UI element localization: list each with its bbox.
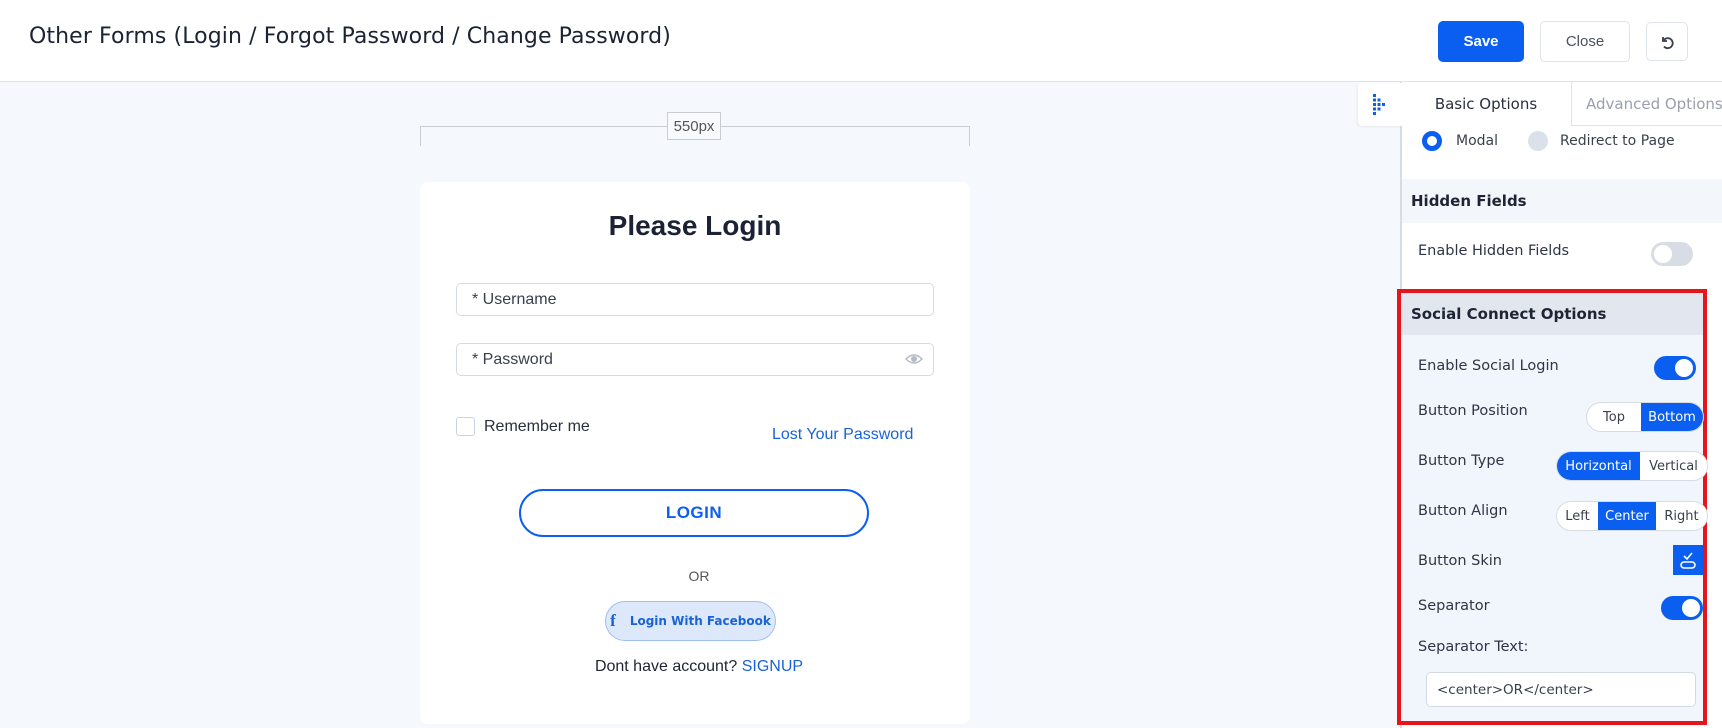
button-align-left[interactable]: Left bbox=[1557, 502, 1598, 530]
toggle-knob bbox=[1675, 359, 1693, 377]
collapse-arrow-icon bbox=[1373, 93, 1385, 115]
button-skin-label: Button Skin bbox=[1418, 553, 1502, 569]
remember-me[interactable]: Remember me bbox=[456, 417, 590, 436]
remember-label: Remember me bbox=[484, 417, 590, 435]
save-button[interactable]: Save bbox=[1438, 21, 1524, 62]
hidden-fields-heading: Hidden Fields bbox=[1402, 179, 1722, 223]
button-position-segmented: Top Bottom bbox=[1586, 402, 1704, 432]
button-position-bottom[interactable]: Bottom bbox=[1641, 403, 1703, 431]
separator-text: OR bbox=[688, 568, 710, 584]
button-align-center[interactable]: Center bbox=[1598, 502, 1656, 530]
button-align-label: Button Align bbox=[1418, 503, 1508, 519]
username-input[interactable]: * Username bbox=[456, 283, 934, 316]
facebook-login-label: Login With Facebook bbox=[629, 614, 771, 628]
button-align-right[interactable]: Right bbox=[1656, 502, 1707, 530]
button-position-top[interactable]: Top bbox=[1587, 403, 1641, 431]
radio-redirect[interactable] bbox=[1528, 131, 1548, 151]
display-mode-radio-group: Modal Redirect to Page bbox=[1422, 131, 1675, 151]
separator-text-label: Separator Text: bbox=[1418, 639, 1529, 655]
reset-button[interactable] bbox=[1646, 22, 1688, 61]
tab-advanced-options[interactable]: Advanced Options bbox=[1571, 82, 1722, 126]
social-connect-options-panel: Social Connect Options Enable Social Log… bbox=[1397, 289, 1708, 725]
button-type-horizontal[interactable]: Horizontal bbox=[1557, 452, 1640, 480]
radio-redirect-label: Redirect to Page bbox=[1560, 133, 1675, 149]
top-bar: Other Forms (Login / Forgot Password / C… bbox=[0, 0, 1722, 82]
username-placeholder: * Username bbox=[472, 290, 557, 308]
radio-modal-label: Modal bbox=[1456, 133, 1498, 149]
radio-modal[interactable] bbox=[1422, 131, 1442, 151]
width-ruler-label: 550px bbox=[667, 112, 721, 140]
separator-text-input[interactable]: <center>OR</center> bbox=[1426, 672, 1696, 707]
login-form-preview: Please Login * Username * Password Remem… bbox=[420, 182, 970, 724]
close-button[interactable]: Close bbox=[1540, 21, 1630, 62]
enable-social-login-toggle[interactable] bbox=[1654, 356, 1696, 380]
enable-hidden-fields-label: Enable Hidden Fields bbox=[1418, 243, 1570, 259]
social-connect-heading: Social Connect Options bbox=[1401, 293, 1703, 335]
signup-link[interactable]: SIGNUP bbox=[742, 658, 803, 675]
toggle-knob bbox=[1654, 245, 1672, 263]
signup-prompt: Dont have account? bbox=[594, 658, 738, 675]
button-type-vertical[interactable]: Vertical bbox=[1640, 452, 1707, 480]
button-position-label: Button Position bbox=[1418, 403, 1528, 419]
button-type-segmented: Horizontal Vertical bbox=[1556, 451, 1708, 481]
enable-hidden-fields-toggle[interactable] bbox=[1651, 242, 1693, 266]
button-type-label: Button Type bbox=[1418, 453, 1505, 469]
enable-social-login-label: Enable Social Login bbox=[1418, 358, 1559, 374]
lost-password-link[interactable]: Lost Your Password bbox=[772, 426, 913, 444]
separator-label: Separator bbox=[1418, 598, 1490, 614]
button-align-segmented: Left Center Right bbox=[1556, 501, 1708, 531]
page-title: Other Forms (Login / Forgot Password / C… bbox=[29, 24, 671, 49]
form-title: Please Login bbox=[608, 210, 782, 241]
password-placeholder: * Password bbox=[472, 350, 553, 368]
password-input[interactable]: * Password bbox=[456, 343, 934, 376]
remember-checkbox[interactable] bbox=[456, 417, 475, 436]
toggle-knob bbox=[1682, 599, 1700, 617]
signup-row: Dont have account? SIGNUP bbox=[420, 658, 970, 676]
undo-icon bbox=[1662, 36, 1674, 49]
tab-basic-options[interactable]: Basic Options bbox=[1402, 82, 1570, 126]
button-skin-picker[interactable] bbox=[1673, 545, 1703, 575]
separator-toggle[interactable] bbox=[1661, 596, 1703, 620]
facebook-login-button[interactable]: f Login With Facebook bbox=[605, 601, 776, 641]
facebook-icon: f bbox=[610, 611, 616, 630]
login-button[interactable]: LOGIN bbox=[519, 489, 869, 537]
button-skin-icon bbox=[1680, 552, 1696, 569]
sidebar-toggle-handle[interactable] bbox=[1358, 83, 1402, 126]
eye-icon[interactable] bbox=[905, 352, 923, 366]
